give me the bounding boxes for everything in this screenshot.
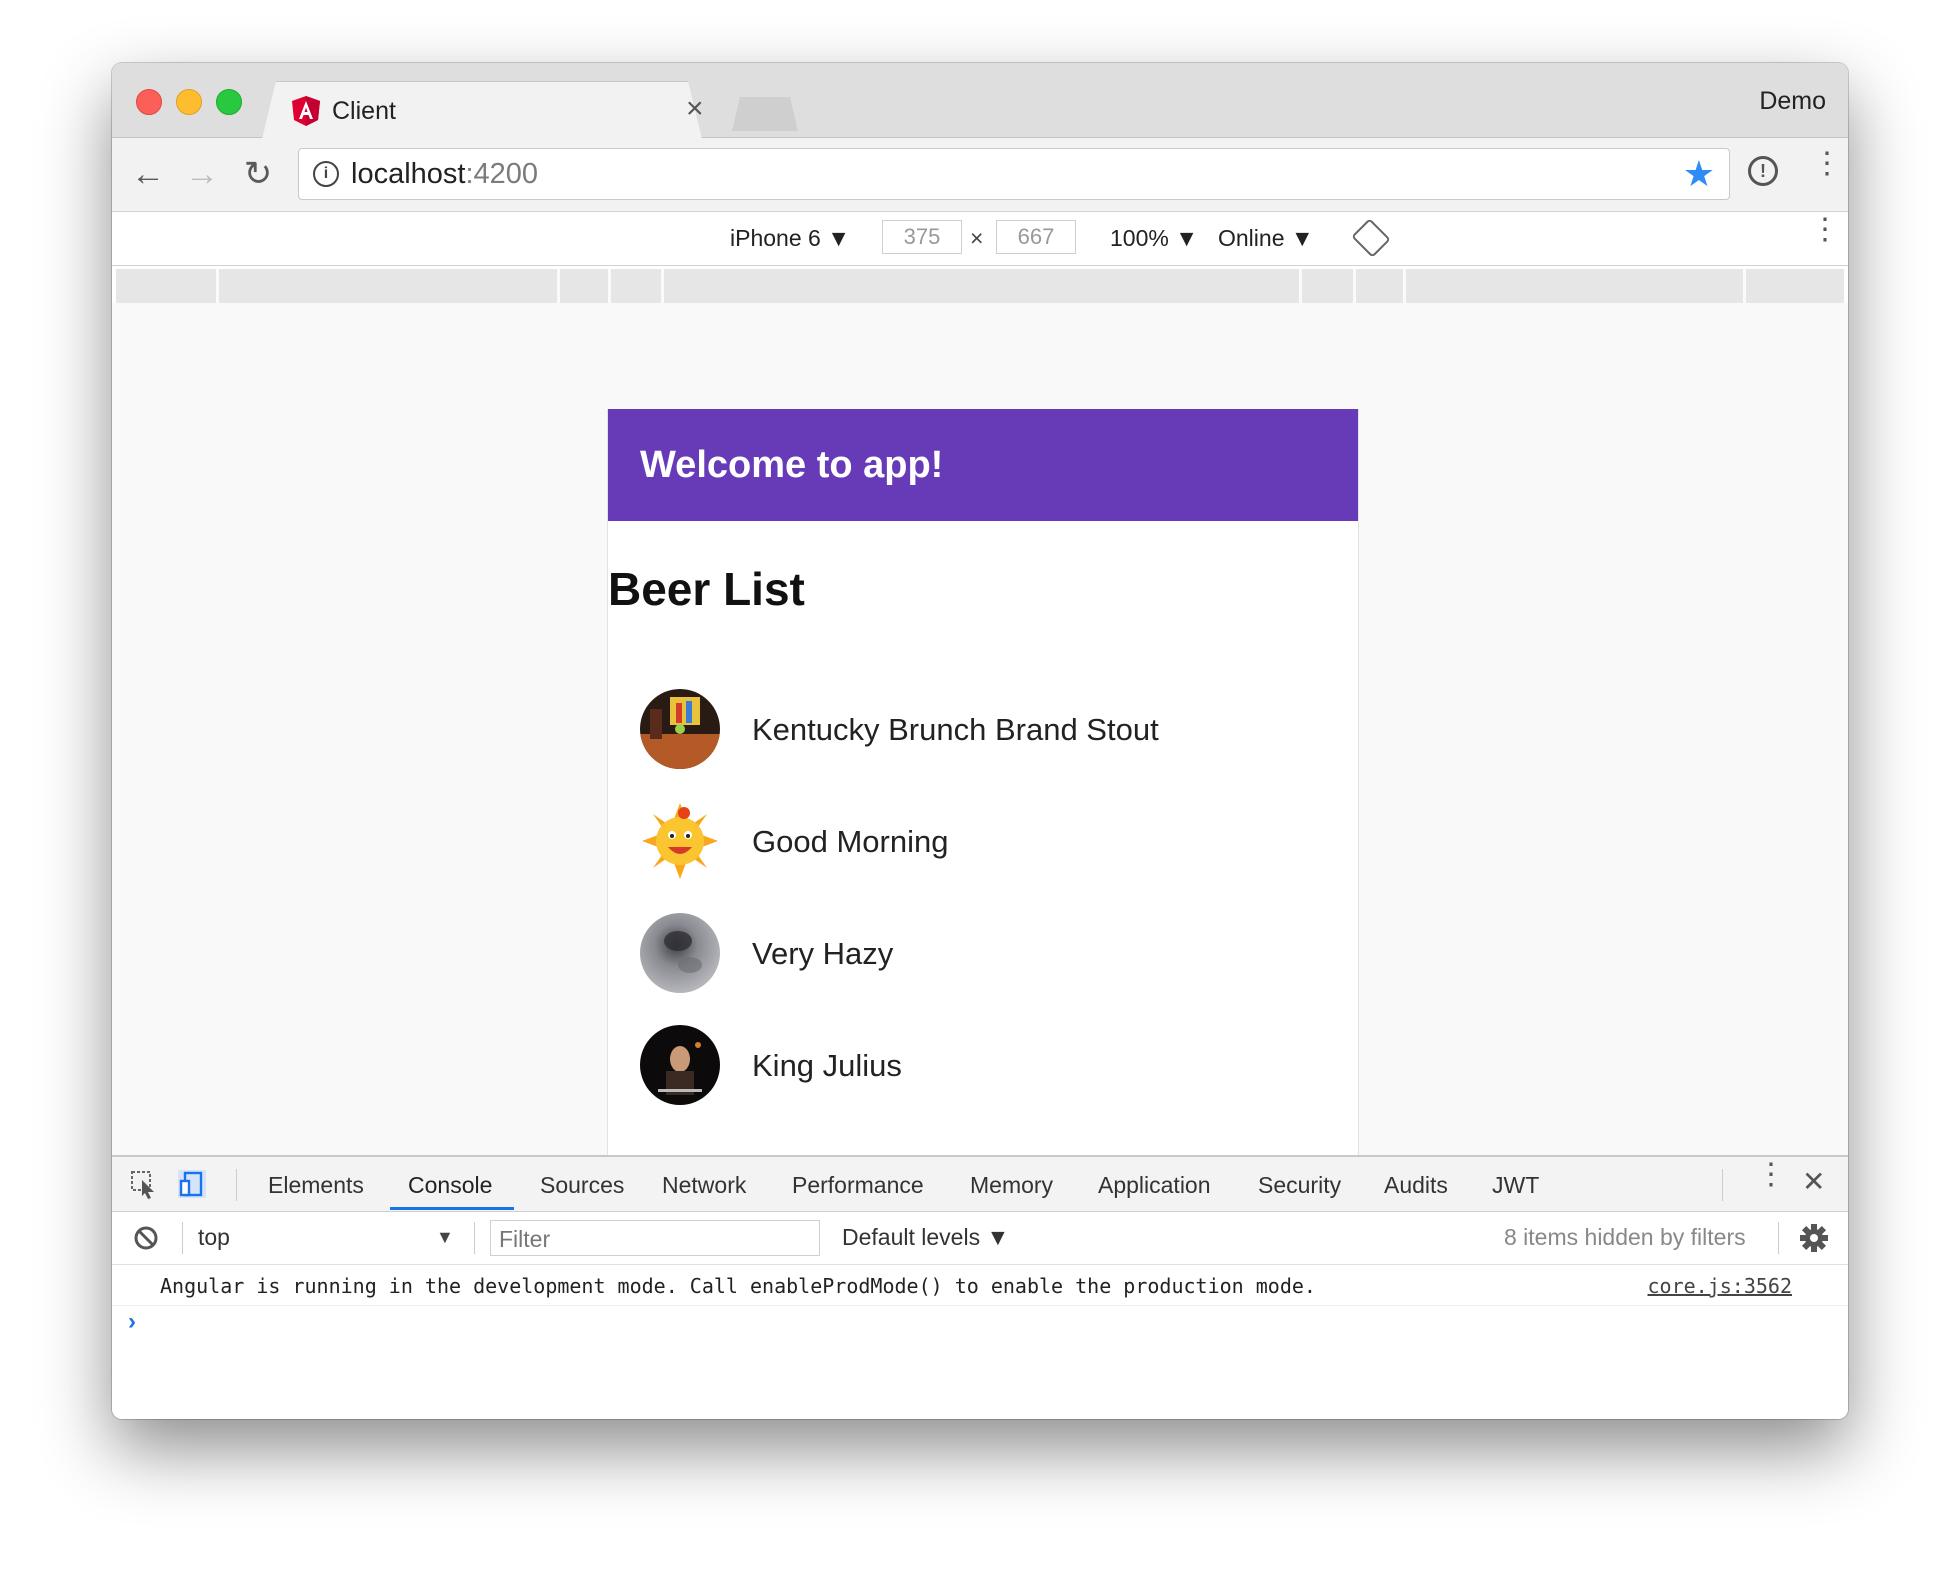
profile-name[interactable]: Demo [1759,87,1826,116]
maximize-window-button[interactable] [216,89,242,115]
device-height-input[interactable]: 667 [996,220,1076,254]
dimension-separator: × [970,225,984,251]
tab-sources[interactable]: Sources [540,1170,624,1200]
zoom-select[interactable]: 100% ▼ [1110,223,1198,253]
tab-network[interactable]: Network [662,1170,746,1200]
device-width-input[interactable]: 375 [882,220,962,254]
beer-list-item[interactable]: Kentucky Brunch Brand Stout [640,689,1340,771]
log-levels-select[interactable]: Default levels ▼ [842,1222,1009,1252]
reload-icon[interactable]: ↻ [238,154,278,194]
url-host: localhost [351,158,466,190]
device-viewport: Welcome to app! Beer List Kentucky Brunc… [112,303,1848,1155]
console-message: Angular is running in the development mo… [112,1265,1848,1306]
back-icon[interactable]: ← [128,154,168,194]
beer-name: Very Hazy [752,936,894,971]
tab-application[interactable]: Application [1098,1170,1211,1200]
tab-elements[interactable]: Elements [268,1170,364,1200]
tab-console[interactable]: Console [408,1170,492,1200]
network-throttle-select[interactable]: Online ▼ [1218,223,1314,253]
beer-list-item[interactable]: King Julius [640,1025,1340,1107]
angular-icon [292,96,320,126]
browser-menu-icon[interactable]: ⋮ [1812,149,1842,179]
clear-console-icon[interactable] [130,1222,162,1254]
tab-jwt[interactable]: JWT [1492,1170,1539,1200]
bookmark-star-icon[interactable]: ★ [1683,154,1715,194]
beer-name: Kentucky Brunch Brand Stout [752,712,1159,747]
devtools-close-icon[interactable]: ✕ [1802,1167,1825,1197]
app-header: Welcome to app! [608,409,1358,521]
media-query-bar[interactable] [116,269,1844,303]
beer-list-heading: Beer List [608,563,805,615]
tab-memory[interactable]: Memory [970,1170,1053,1200]
hidden-items-note: 8 items hidden by filters [1504,1224,1746,1250]
device-menu-icon[interactable]: ⋮ [1810,215,1840,245]
device-select[interactable]: iPhone 6 ▼ [730,223,850,253]
devtools-panel: Elements Console Sources Network Perform… [112,1155,1848,1419]
app-page: Welcome to app! Beer List Kentucky Brunc… [607,409,1359,1155]
beer-name: King Julius [752,1048,902,1083]
close-window-button[interactable] [136,89,162,115]
tab-title: Client [332,97,396,125]
extension-icon[interactable]: ! [1748,156,1778,186]
console-filter-bar: top ▼ Filter Default levels ▼ 8 items hi… [112,1212,1848,1265]
active-tab-indicator [390,1207,514,1210]
beer-list-item[interactable]: Very Hazy [640,913,1340,995]
info-icon[interactable]: i [313,161,339,187]
console-source-link[interactable]: core.js:3562 [1648,1273,1793,1299]
beer-name: Good Morning [752,824,949,859]
title-bar: Client × Demo [112,63,1848,139]
context-dropdown-icon[interactable]: ▼ [436,1222,454,1252]
tab-performance[interactable]: Performance [792,1170,924,1200]
device-toolbar: iPhone 6 ▼ 375 × 667 100% ▼ Online ▼ ⋮ [112,212,1848,266]
browser-toolbar: ← → ↻ i localhost:4200 ★ ! ⋮ [112,138,1848,212]
console-filter-input[interactable]: Filter [490,1220,820,1256]
devtools-menu-icon[interactable]: ⋮ [1756,1160,1786,1190]
minimize-window-button[interactable] [176,89,202,115]
forward-icon[interactable]: → [182,154,222,194]
beer-avatar [640,913,720,993]
console-prompt-icon[interactable]: › [128,1305,136,1339]
beer-list-item[interactable]: Good Morning [640,801,1340,883]
browser-tab[interactable] [262,81,702,139]
console-message-text: Angular is running in the development mo… [160,1274,1316,1298]
url-text: localhost:4200 [351,158,538,190]
tab-close-icon[interactable]: × [686,93,704,125]
address-bar[interactable]: i localhost:4200 ★ [298,148,1730,200]
browser-window: Client × Demo ← → ↻ i localhost:4200 ★ !… [112,63,1848,1419]
context-select[interactable]: top [198,1222,230,1252]
tab-audits[interactable]: Audits [1384,1170,1448,1200]
console-settings-gear-icon[interactable] [1798,1222,1830,1254]
inspect-element-icon[interactable] [128,1168,160,1200]
tab-security[interactable]: Security [1258,1170,1341,1200]
app-title: Welcome to app! [640,444,944,486]
device-toggle-icon[interactable] [176,1168,208,1200]
beer-avatar [640,689,720,769]
new-tab-button[interactable] [732,97,798,131]
rotate-icon[interactable] [1351,218,1391,258]
url-port: :4200 [465,158,539,190]
devtools-tab-bar: Elements Console Sources Network Perform… [112,1157,1848,1212]
beer-avatar [640,1025,720,1105]
beer-avatar [640,801,720,881]
